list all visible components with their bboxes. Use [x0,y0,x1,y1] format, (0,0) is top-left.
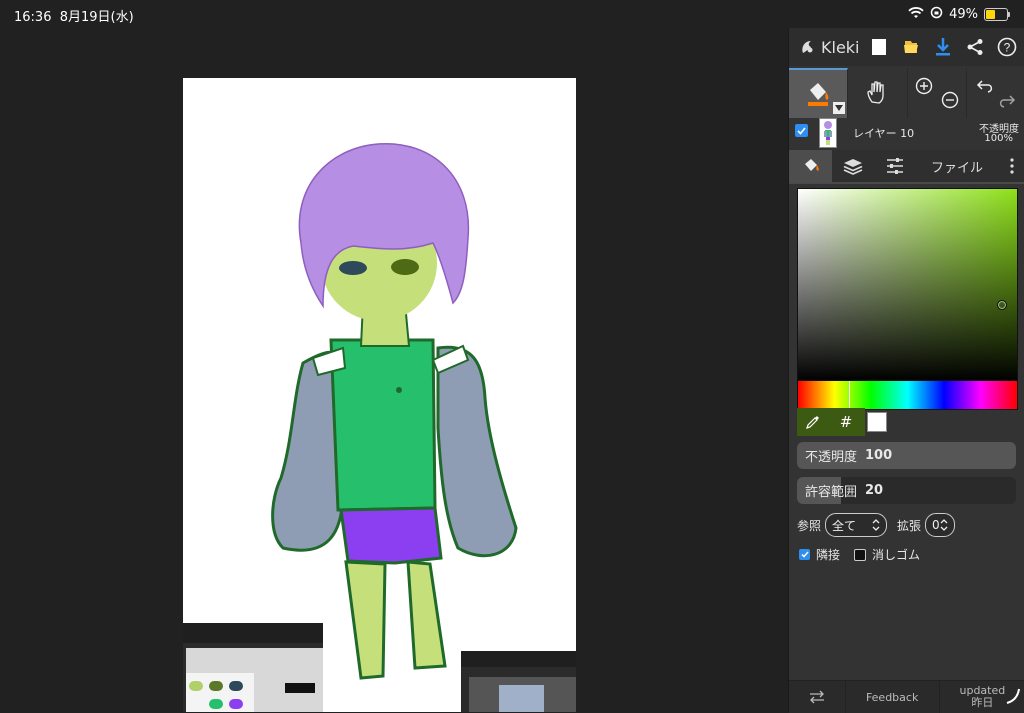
sample-label: 参照 [797,518,822,533]
status-bar: 16:36 8月19日(水) 49% [0,0,1024,28]
grow-select[interactable]: 0 [925,513,956,537]
tolerance-value: 20 [865,483,884,498]
history-controls [967,68,1024,118]
opacity-label: 不透明度 [805,450,858,465]
help-icon: ? [997,37,1017,57]
secondary-color-swatch[interactable] [867,412,887,432]
layer-thumbnail-figure [824,121,832,145]
app-logo[interactable]: Kleki [789,38,863,57]
layers-icon [843,159,863,175]
app-name: Kleki [821,37,860,57]
tool-dropdown-button[interactable] [833,102,846,114]
contiguous-label: 隣接 [816,548,841,562]
battery-icon [984,8,1010,21]
hand-tool-button[interactable] [848,68,908,118]
main-tools [789,68,1024,118]
swap-arrows-icon [809,690,824,704]
character-drawing [271,143,518,680]
layer-row[interactable]: レイヤー 10 不透明度 100% [789,118,1024,150]
tab-more[interactable] [998,150,1024,182]
paint-bucket-icon [804,159,819,171]
tab-tool-settings[interactable] [789,150,832,182]
eraser-label: 消しゴム [872,548,921,562]
zoom-in-icon[interactable] [915,77,933,95]
drawing-canvas[interactable] [183,78,576,712]
swap-panel-button[interactable] [789,681,846,713]
save-download-button[interactable] [927,32,959,62]
open-image-button[interactable] [895,32,927,62]
sliders-icon [887,158,903,174]
updated-swoosh-icon [1006,688,1020,704]
tolerance-label: 許容範囲 [805,485,858,500]
chevron-updown-icon [940,519,948,531]
eyedropper-icon [806,416,819,429]
more-vertical-icon [1009,158,1014,174]
hex-input-button[interactable]: # [829,413,863,431]
tool-panel: Kleki ? レイヤー 10 不透明度 100% ファイル # 不透明度 10… [788,28,1024,713]
rotation-lock-icon [930,6,943,23]
tab-layers[interactable] [832,150,874,182]
checkmark-icon [797,126,806,135]
redo-icon[interactable] [996,92,1016,110]
feedback-button[interactable]: Feedback [846,681,940,713]
wifi-icon [908,6,924,23]
hand-icon [867,81,885,104]
checkbox-row: 隣接 消しゴム [799,546,920,563]
layer-thumbnail [819,118,837,148]
top-toolbar: Kleki ? [789,28,1024,66]
undo-icon[interactable] [976,77,996,95]
layer-name: レイヤー 10 [853,127,915,140]
color-picker-handle[interactable] [997,300,1007,310]
grow-select-value: 0 [932,518,940,532]
hue-slider-handle[interactable] [849,381,850,409]
battery-percent: 49% [949,7,978,22]
hue-slider[interactable] [797,380,1018,410]
new-image-button[interactable] [863,32,895,62]
sample-select-value: 全て [832,518,857,533]
layer-opacity-value: 100% [984,133,1013,144]
canvas-workspace[interactable] [0,28,788,712]
help-button[interactable]: ? [991,32,1023,62]
tolerance-slider[interactable]: 許容範囲 20 [797,477,1016,504]
status-time: 16:36 8月19日(水) [14,10,134,25]
primary-color-swatch[interactable]: # [797,408,865,436]
kleki-logo-icon [802,41,813,53]
chevron-down-icon [835,105,844,111]
grow-label: 拡張 [897,518,922,533]
share-button[interactable] [959,32,991,62]
eyedropper-button[interactable] [797,414,829,430]
folder-icon [904,41,918,53]
sample-select[interactable]: 全て [825,513,888,537]
zoom-out-icon[interactable] [941,91,959,109]
svg-text:?: ? [1004,41,1011,55]
reference-screenshot-right [461,651,576,712]
chevron-updown-icon [872,519,880,531]
new-file-icon [872,39,886,55]
color-saturation-picker[interactable] [797,188,1018,382]
opacity-value: 100 [865,448,893,463]
contiguous-checkbox[interactable] [799,549,810,560]
fill-tool-button[interactable] [789,68,849,118]
color-swatch-row: # [797,408,1016,436]
bottom-bar: Feedback updated 昨日 [789,680,1024,713]
updated-when: 昨日 [971,696,994,709]
opacity-slider[interactable]: 不透明度 100 [797,442,1016,469]
tab-file[interactable]: ファイル [916,150,998,182]
tab-adjustments[interactable] [874,150,916,182]
paint-bucket-icon [808,83,829,106]
reference-screenshot-left [183,623,323,712]
sample-grow-row: 参照 全て 拡張 0 [797,512,956,538]
checkmark-icon [800,551,809,558]
layer-visibility-checkbox[interactable] [795,124,808,137]
updated-info[interactable]: updated 昨日 [940,681,1024,713]
panel-tabs: ファイル [789,150,1024,184]
zoom-controls [908,68,967,118]
download-icon [936,38,950,56]
share-icon [967,39,983,55]
eraser-checkbox[interactable] [854,548,867,561]
